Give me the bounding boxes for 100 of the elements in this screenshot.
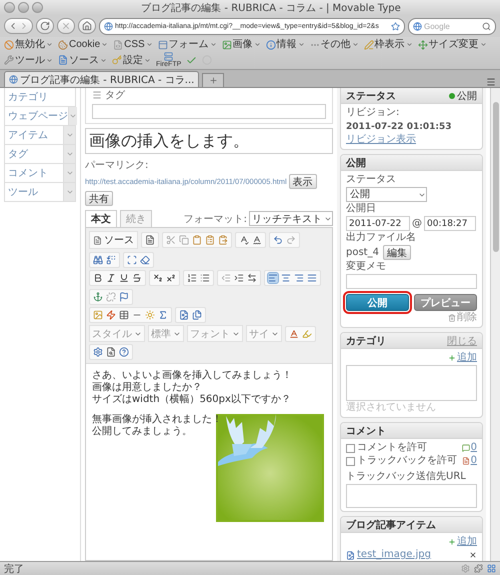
sidebar-item[interactable]: タグ [4,145,76,164]
memo-field[interactable] [346,274,477,289]
insert-image-icon[interactable] [179,310,189,320]
home-button[interactable] [78,18,96,34]
check-icon[interactable] [186,54,198,66]
title-field[interactable]: 画像の挿入をします。 [85,128,333,154]
site-icon[interactable] [9,75,18,84]
site-icon[interactable] [104,22,113,30]
caret-icon[interactable] [146,41,153,48]
window-button[interactable] [4,2,15,13]
caret-icon[interactable] [406,41,413,48]
numbered-list-icon[interactable] [187,273,197,283]
trackback-icon[interactable] [462,457,470,465]
caret-icon[interactable] [298,41,305,48]
align-center-button[interactable] [281,273,291,283]
editor-tab[interactable]: 本文 [85,210,117,227]
status-select[interactable]: 公開 [346,187,427,202]
caret-icon[interactable] [210,41,217,48]
caret-icon[interactable] [100,56,107,64]
highlight-color-icon[interactable] [302,328,312,338]
add-icon[interactable] [448,538,456,546]
caret-icon[interactable] [46,41,53,48]
caret-icon[interactable] [101,41,108,48]
toolbar-menu[interactable]: Cookie [58,38,108,51]
reload-icon[interactable] [40,21,50,31]
bold-icon[interactable] [93,273,103,283]
count-link[interactable]: 0 [470,442,477,454]
select-all-icon[interactable] [127,255,137,265]
subscript-icon[interactable] [153,273,163,283]
preview-icon[interactable] [106,347,116,357]
trackback-url-field[interactable] [346,484,477,508]
checkbox[interactable] [346,456,355,466]
bookmark-star-icon[interactable] [391,22,400,30]
info-icon[interactable] [266,40,276,50]
scroll-thumb[interactable] [492,102,498,252]
plugin-icon[interactable] [93,347,103,357]
new-tab-button[interactable] [202,73,224,87]
add-link[interactable]: 追加 [457,352,477,364]
paste-text-icon[interactable] [205,235,215,245]
comment-icon[interactable] [462,444,470,452]
flag-icon[interactable] [119,292,129,302]
paste-word-icon[interactable] [218,235,228,245]
tag-field[interactable] [92,104,326,119]
insert-file-icon[interactable] [192,310,202,320]
toolbar-menu[interactable]: 情報 [266,38,305,51]
italic-icon[interactable] [106,273,116,283]
home-icon[interactable] [82,21,92,31]
permalink-button[interactable]: 共有 [85,191,113,206]
image-icon[interactable] [222,40,232,50]
search-icon[interactable] [482,22,491,30]
copy-icon[interactable] [179,235,189,245]
toolbar-menu[interactable]: 設定 [112,54,151,66]
count-link[interactable]: 0 [470,455,477,467]
toolbar-menu[interactable]: その他 [310,38,359,51]
window-button[interactable] [32,2,43,13]
window-button[interactable] [18,2,29,13]
indent-icon[interactable] [234,273,244,283]
scrollbar[interactable] [490,88,500,561]
toolbar-menu[interactable]: CSS [113,38,153,51]
remove-icon[interactable] [469,551,477,559]
browser-tab[interactable]: ブログ記事の編集 - RUBRICA - コラ... [4,71,200,87]
paste-icon[interactable] [192,235,202,245]
caret-icon[interactable] [254,41,261,48]
toolbar-menu[interactable]: フォーム [158,38,217,51]
checkbox[interactable] [346,444,355,452]
document-icon[interactable] [93,236,102,244]
template-icon[interactable] [145,235,155,245]
toolbar-menu[interactable]: 枠表示 [364,38,413,51]
tab-list-icon[interactable] [486,77,496,87]
stop-icon[interactable] [61,21,71,31]
image-icon[interactable] [93,310,103,320]
toolbar-menu[interactable]: ツール [4,54,53,66]
source-button[interactable]: ソース [89,231,138,249]
form-icon[interactable] [158,40,168,50]
publish-button[interactable]: 公開 [346,294,409,311]
caret-icon[interactable] [66,188,74,196]
edit-button[interactable]: 編集 [382,245,411,260]
toolbar-menu[interactable]: ソース [58,54,107,66]
wrench-icon[interactable] [4,55,14,65]
eraser-icon[interactable] [140,255,150,265]
trash-icon[interactable] [448,314,456,322]
caret-icon[interactable] [480,41,487,48]
undo-icon[interactable] [273,235,283,245]
caret-icon[interactable] [69,112,77,120]
text-color-icon[interactable] [289,328,299,338]
underline-icon[interactable] [119,273,129,283]
caret-icon[interactable] [66,150,74,158]
align-justify-button[interactable] [307,273,317,283]
file-link[interactable]: test_image.jpg [357,549,432,561]
cut-icon[interactable] [166,235,176,245]
caret-icon[interactable] [352,41,359,48]
find-icon[interactable] [93,255,103,265]
caret-icon[interactable] [66,169,74,177]
time-field[interactable]: 00:18:27 [424,216,476,231]
help-icon[interactable] [119,347,129,357]
sidebar-item[interactable]: ツール [4,183,76,202]
strikethrough-icon[interactable] [132,273,142,283]
date-field[interactable]: 2011-07-22 [346,216,410,231]
caret-icon[interactable] [46,56,53,64]
file-icon[interactable] [58,55,68,65]
